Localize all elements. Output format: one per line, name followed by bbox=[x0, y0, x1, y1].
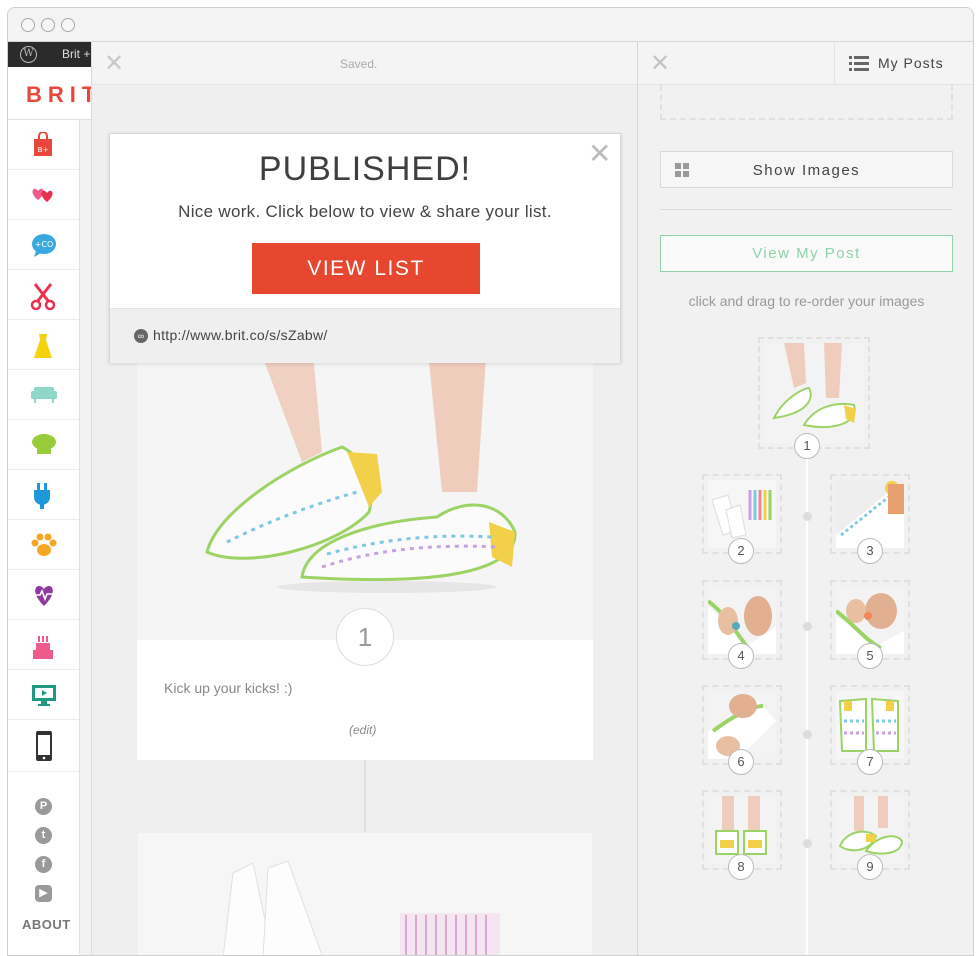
list-icon bbox=[849, 56, 869, 71]
nav-shop[interactable]: B+ bbox=[8, 120, 79, 170]
nav-video[interactable] bbox=[8, 670, 79, 720]
window-minimize-button[interactable] bbox=[41, 18, 55, 32]
nav-health[interactable] bbox=[8, 570, 79, 620]
step-image[interactable] bbox=[137, 342, 593, 640]
close-icon[interactable]: ✕ bbox=[650, 52, 670, 76]
paw-icon bbox=[31, 533, 57, 556]
hearts-icon bbox=[32, 188, 53, 202]
reorder-hint: click and drag to re-order your images bbox=[688, 293, 925, 309]
step-connector bbox=[364, 760, 366, 832]
timeline-dot bbox=[803, 839, 812, 848]
image-drop-zone[interactable] bbox=[660, 85, 953, 120]
post-url-link[interactable]: http://www.brit.co/s/sZabw/ bbox=[153, 327, 328, 343]
nav-co[interactable]: +CO bbox=[8, 220, 79, 270]
monitor-icon bbox=[32, 685, 56, 706]
thumbnail-number: 1 bbox=[794, 433, 820, 459]
dress-icon bbox=[34, 334, 52, 358]
nav-home[interactable] bbox=[8, 370, 79, 420]
my-posts-label: My Posts bbox=[878, 55, 944, 71]
share-url-bar: ∞ http://www.brit.co/s/sZabw/ bbox=[110, 308, 620, 363]
browser-window: W Brit + BRIT B+ +CO P t f ▶ ABOUT ✕ Sav… bbox=[7, 7, 974, 956]
svg-text:+CO: +CO bbox=[35, 240, 54, 249]
panel-toolbar: ✕ My Posts bbox=[638, 42, 973, 85]
chef-hat-icon bbox=[32, 434, 56, 454]
speech-bubble-icon: +CO bbox=[32, 234, 56, 257]
youtube-icon[interactable]: ▶ bbox=[35, 885, 52, 902]
posts-panel: ✕ My Posts Show Images View My Post clic… bbox=[637, 42, 973, 955]
nav-tech[interactable] bbox=[8, 470, 79, 520]
timeline-dot bbox=[803, 512, 812, 521]
step-card-2 bbox=[137, 832, 593, 956]
facebook-icon[interactable]: f bbox=[35, 856, 52, 873]
thumbnail-number: 4 bbox=[728, 643, 754, 669]
phone-icon bbox=[36, 731, 52, 761]
nav-style[interactable] bbox=[8, 320, 79, 370]
thumbnail-number: 3 bbox=[857, 538, 883, 564]
dialog-title: PUBLISHED! bbox=[258, 150, 472, 188]
save-status: Saved. bbox=[340, 57, 378, 71]
timeline-dot bbox=[803, 730, 812, 739]
show-images-button[interactable]: Show Images bbox=[660, 151, 953, 188]
window-titlebar bbox=[8, 8, 973, 42]
editor-toolbar: ✕ Saved. bbox=[92, 42, 637, 85]
sofa-icon bbox=[31, 387, 57, 403]
nav-pets[interactable] bbox=[8, 520, 79, 570]
brand-header: BRIT bbox=[8, 67, 95, 120]
dialog-message: Nice work. Click below to view & share y… bbox=[178, 202, 552, 221]
step-caption[interactable]: Kick up your kicks! :) bbox=[164, 680, 292, 696]
shopping-bag-icon: B+ bbox=[34, 132, 52, 156]
nav-diy[interactable] bbox=[8, 270, 79, 320]
step-card: 1 Kick up your kicks! :) (edit) bbox=[137, 342, 593, 760]
step-image-2[interactable] bbox=[138, 833, 593, 956]
edit-link[interactable]: (edit) bbox=[349, 723, 376, 737]
heart-pulse-icon bbox=[33, 585, 55, 606]
twitter-icon[interactable]: t bbox=[35, 827, 52, 844]
nav-food[interactable] bbox=[8, 420, 79, 470]
thumbnail-number: 9 bbox=[857, 854, 883, 880]
pinterest-icon[interactable]: P bbox=[35, 798, 52, 815]
nav-apps[interactable] bbox=[8, 720, 79, 772]
window-close-button[interactable] bbox=[21, 18, 35, 32]
view-list-button[interactable]: VIEW LIST bbox=[252, 243, 480, 294]
show-images-label: Show Images bbox=[752, 162, 861, 179]
thumbnail-number: 7 bbox=[857, 749, 883, 775]
window-zoom-button[interactable] bbox=[61, 18, 75, 32]
timeline-dot bbox=[803, 622, 812, 631]
nav-love[interactable] bbox=[8, 170, 79, 220]
plug-icon bbox=[34, 483, 50, 509]
link-icon: ∞ bbox=[134, 329, 148, 343]
thumbnail-number: 2 bbox=[728, 538, 754, 564]
thumbnail-number: 8 bbox=[728, 854, 754, 880]
my-posts-button[interactable]: My Posts bbox=[834, 42, 973, 85]
category-sidebar: B+ +CO P t f ▶ ABOUT bbox=[8, 120, 80, 955]
image-order-timeline bbox=[806, 452, 808, 955]
thumbnail-number: 5 bbox=[857, 643, 883, 669]
published-dialog: ✕ PUBLISHED! Nice work. Click below to v… bbox=[109, 133, 621, 363]
thumbnail-number: 6 bbox=[728, 749, 754, 775]
wordpress-icon[interactable]: W bbox=[20, 46, 37, 63]
image-thumbnail[interactable] bbox=[758, 337, 870, 449]
nav-party[interactable] bbox=[8, 620, 79, 670]
site-menu-link[interactable]: Brit + bbox=[62, 47, 90, 61]
divider bbox=[660, 209, 953, 210]
step-number: 1 bbox=[336, 608, 394, 666]
scissors-icon bbox=[30, 283, 56, 310]
close-icon[interactable]: ✕ bbox=[104, 52, 124, 76]
view-my-post-button[interactable]: View My Post bbox=[660, 235, 953, 272]
cake-icon bbox=[33, 636, 53, 659]
about-link[interactable]: ABOUT bbox=[22, 917, 71, 932]
wordpress-admin-bar: W Brit + bbox=[8, 42, 92, 67]
svg-text:B+: B+ bbox=[38, 146, 49, 154]
